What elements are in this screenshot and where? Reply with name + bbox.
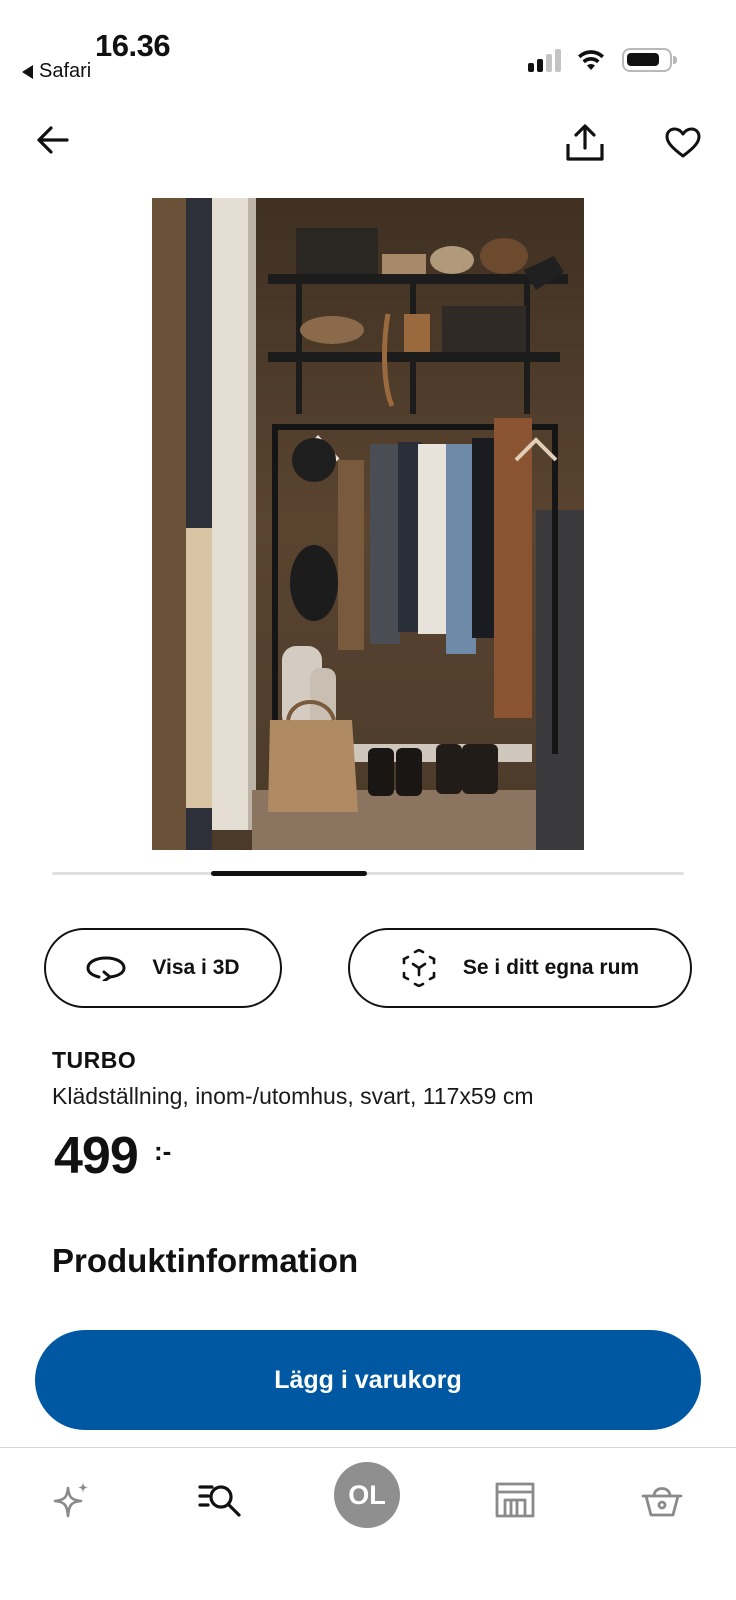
product-name: TURBO (52, 1047, 137, 1073)
status-bar: 16.36 Safari (0, 0, 736, 100)
status-time: 16.36 (95, 28, 171, 63)
rotate-3d-icon (86, 956, 126, 981)
tab-search[interactable] (190, 1470, 250, 1530)
share-button[interactable] (562, 120, 608, 166)
back-button[interactable] (30, 118, 74, 162)
tab-inspiration[interactable] (42, 1470, 102, 1530)
arrow-left-icon (37, 126, 69, 154)
product-price: 499 (54, 1127, 139, 1185)
product-description: Klädställning, inom-/utomhus, svart, 117… (52, 1083, 534, 1109)
price-suffix: :- (154, 1136, 172, 1166)
ar-cube-icon (402, 949, 436, 987)
favourite-button[interactable] (660, 120, 706, 166)
profile-initials: OL (348, 1479, 386, 1510)
sparkle-icon (53, 1482, 88, 1518)
view-in-room-button[interactable]: Se i ditt egna rum (348, 928, 692, 1008)
view-3d-button[interactable]: Visa i 3D (44, 928, 282, 1008)
search-list-icon (198, 1485, 241, 1517)
add-to-cart-label: Lägg i varukorg (274, 1365, 462, 1394)
view-in-room-label: Se i ditt egna rum (462, 956, 640, 979)
wifi-icon (578, 50, 604, 70)
share-icon (566, 124, 604, 161)
product-info-heading[interactable]: Produktinformation (52, 1242, 358, 1280)
carousel-indicator (211, 871, 367, 876)
back-to-safari[interactable]: Safari (22, 60, 91, 83)
cellular-signal-icon (528, 48, 561, 72)
back-triangle-icon (22, 64, 33, 79)
product-image[interactable] (152, 198, 584, 850)
bottom-tab-bar: OL (0, 1447, 736, 1600)
tab-basket[interactable] (632, 1470, 692, 1530)
view-3d-label: Visa i 3D (152, 956, 240, 979)
product-page: 16.36 Safari Visa i 3D Se i ditt egna ru… (0, 0, 736, 1600)
tab-profile[interactable]: OL (334, 1462, 400, 1528)
basket-icon (641, 1487, 683, 1517)
add-to-cart-button[interactable]: Lägg i varukorg (35, 1330, 701, 1430)
heart-icon (665, 127, 701, 158)
battery-icon (622, 48, 677, 72)
back-app-label: Safari (39, 60, 92, 82)
store-icon (495, 1482, 535, 1518)
tab-store[interactable] (485, 1470, 545, 1530)
carousel-track[interactable] (52, 872, 684, 875)
